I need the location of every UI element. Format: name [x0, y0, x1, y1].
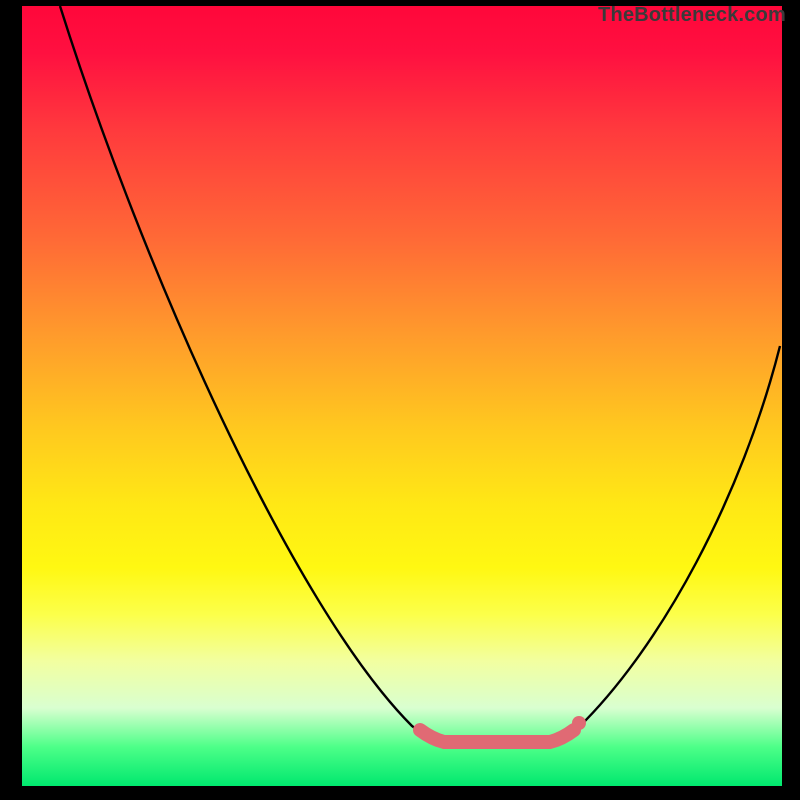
red-bottom-overlay — [420, 730, 574, 742]
red-end-dot — [572, 716, 586, 730]
v-curve — [60, 6, 780, 742]
watermark-text: TheBottleneck.com — [598, 4, 786, 27]
chart-frame: TheBottleneck.com — [0, 0, 800, 800]
bottleneck-curve — [22, 6, 782, 786]
